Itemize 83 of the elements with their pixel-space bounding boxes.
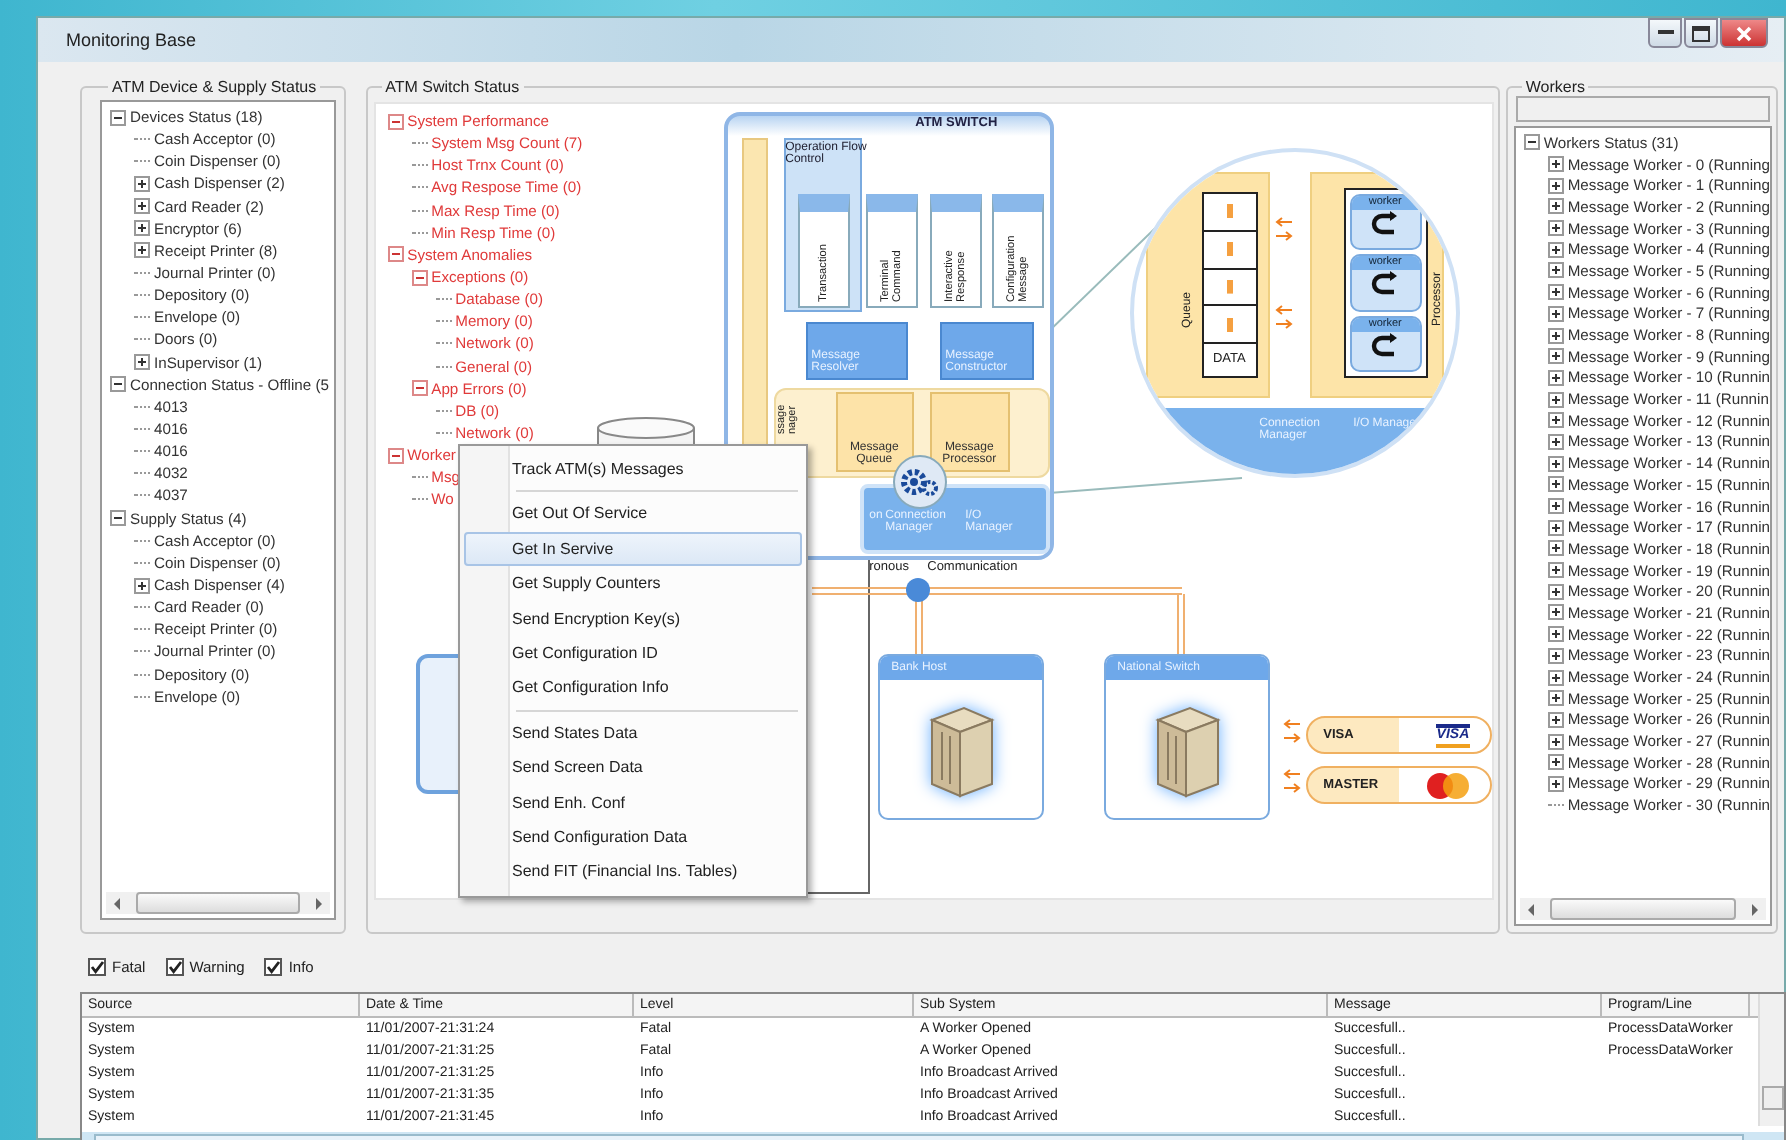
menu-item[interactable]: Send Encryption Key(s) — [464, 601, 802, 636]
checkbox[interactable] — [264, 957, 283, 975]
expand-toggle[interactable] — [1547, 327, 1564, 344]
expand-toggle[interactable] — [1547, 669, 1564, 686]
curved-arrow-icon — [1369, 270, 1402, 299]
group-title: ATM Switch Status — [383, 78, 522, 96]
expand-toggle[interactable] — [1547, 647, 1564, 664]
expand-toggle[interactable] — [1547, 455, 1564, 472]
close-icon — [1736, 25, 1752, 41]
expand-toggle[interactable] — [1547, 690, 1564, 707]
expand-toggle[interactable] — [1547, 241, 1564, 258]
expand-toggle[interactable] — [110, 376, 126, 393]
menu-item[interactable]: Track ATM(s) Messages — [464, 452, 802, 487]
expand-toggle[interactable] — [134, 198, 150, 215]
expand-toggle[interactable] — [1547, 177, 1564, 194]
menu-item[interactable]: Send FIT (Financial Ins. Tables) — [464, 854, 802, 890]
expand-toggle[interactable] — [1547, 733, 1564, 750]
expand-toggle[interactable] — [1523, 134, 1540, 151]
expand-toggle[interactable] — [134, 577, 150, 594]
arrows-icon — [1273, 216, 1294, 244]
curved-arrow-icon — [1369, 210, 1402, 238]
horizontal-scrollbar[interactable] — [1519, 898, 1766, 920]
menu-item[interactable]: Get Supply Counters — [464, 566, 802, 602]
expand-toggle[interactable] — [134, 220, 150, 237]
checkbox[interactable] — [88, 957, 106, 975]
expand-toggle[interactable] — [1547, 284, 1564, 301]
vertical-scrollbar[interactable] — [1758, 994, 1784, 1126]
expand-toggle[interactable] — [1547, 348, 1564, 365]
queue-cell — [1203, 269, 1256, 307]
expand-toggle[interactable] — [1547, 562, 1564, 579]
menu-item[interactable]: Send Enh. Conf — [464, 785, 802, 820]
expand-toggle[interactable] — [1547, 775, 1564, 792]
menu-item[interactable]: Get Out Of Service — [464, 496, 802, 532]
menu-item[interactable]: Get Configuration Info — [464, 670, 802, 706]
expand-toggle[interactable] — [387, 246, 404, 263]
menu-item[interactable]: Send States Data — [464, 715, 802, 751]
curved-arrow-icon — [1369, 331, 1402, 360]
expand-toggle[interactable] — [1547, 433, 1564, 450]
expand-toggle[interactable] — [387, 113, 404, 130]
expand-toggle[interactable] — [411, 380, 428, 397]
expand-toggle[interactable] — [1547, 198, 1564, 215]
expand-toggle[interactable] — [1547, 626, 1564, 643]
bus-node — [905, 578, 930, 602]
minimize-button[interactable] — [1648, 18, 1682, 48]
menu-item[interactable]: Get In Servive — [464, 531, 802, 567]
arrows-icon — [1281, 766, 1302, 798]
maximize-icon — [1692, 25, 1710, 41]
expand-toggle[interactable] — [134, 175, 150, 192]
arrows-icon — [1281, 716, 1302, 748]
expand-toggle[interactable] — [1547, 540, 1564, 557]
expand-toggle[interactable] — [1547, 391, 1564, 408]
expand-toggle[interactable] — [1547, 519, 1564, 536]
close-button[interactable] — [1720, 18, 1768, 48]
expand-toggle[interactable] — [1547, 262, 1564, 279]
expand-toggle[interactable] — [134, 354, 150, 371]
horizontal-scrollbar[interactable] — [106, 892, 330, 914]
minimize-icon — [1657, 30, 1673, 36]
checkbox[interactable] — [165, 957, 184, 975]
expand-toggle[interactable] — [110, 510, 126, 527]
expand-toggle[interactable] — [110, 109, 126, 126]
expand-toggle[interactable] — [1547, 711, 1564, 728]
group-title: Workers — [1523, 78, 1587, 96]
menu-item[interactable]: Send Configuration Data — [464, 819, 802, 855]
expand-toggle[interactable] — [1547, 305, 1564, 322]
expand-toggle[interactable] — [1547, 604, 1564, 621]
expand-toggle[interactable] — [1547, 369, 1564, 386]
expand-toggle[interactable] — [1547, 754, 1564, 771]
window-title: Monitoring Base — [66, 30, 197, 50]
expand-toggle[interactable] — [387, 447, 404, 464]
expand-toggle[interactable] — [1547, 476, 1564, 493]
expand-toggle[interactable] — [1547, 220, 1564, 237]
group-title: ATM Device & Supply Status — [110, 78, 319, 96]
menu-item[interactable]: Send Screen Data — [464, 750, 802, 786]
expand-toggle[interactable] — [1547, 412, 1564, 429]
expand-toggle[interactable] — [1547, 498, 1564, 515]
arrows-icon — [1273, 304, 1294, 332]
circles-logo-icon — [1425, 771, 1470, 799]
expand-toggle[interactable] — [1547, 583, 1564, 600]
expand-toggle[interactable] — [1547, 156, 1564, 173]
menu-item[interactable]: Get Configuration ID — [464, 635, 802, 671]
maximize-button[interactable] — [1684, 18, 1718, 48]
expand-toggle[interactable] — [411, 269, 428, 286]
expand-toggle[interactable] — [134, 242, 150, 259]
